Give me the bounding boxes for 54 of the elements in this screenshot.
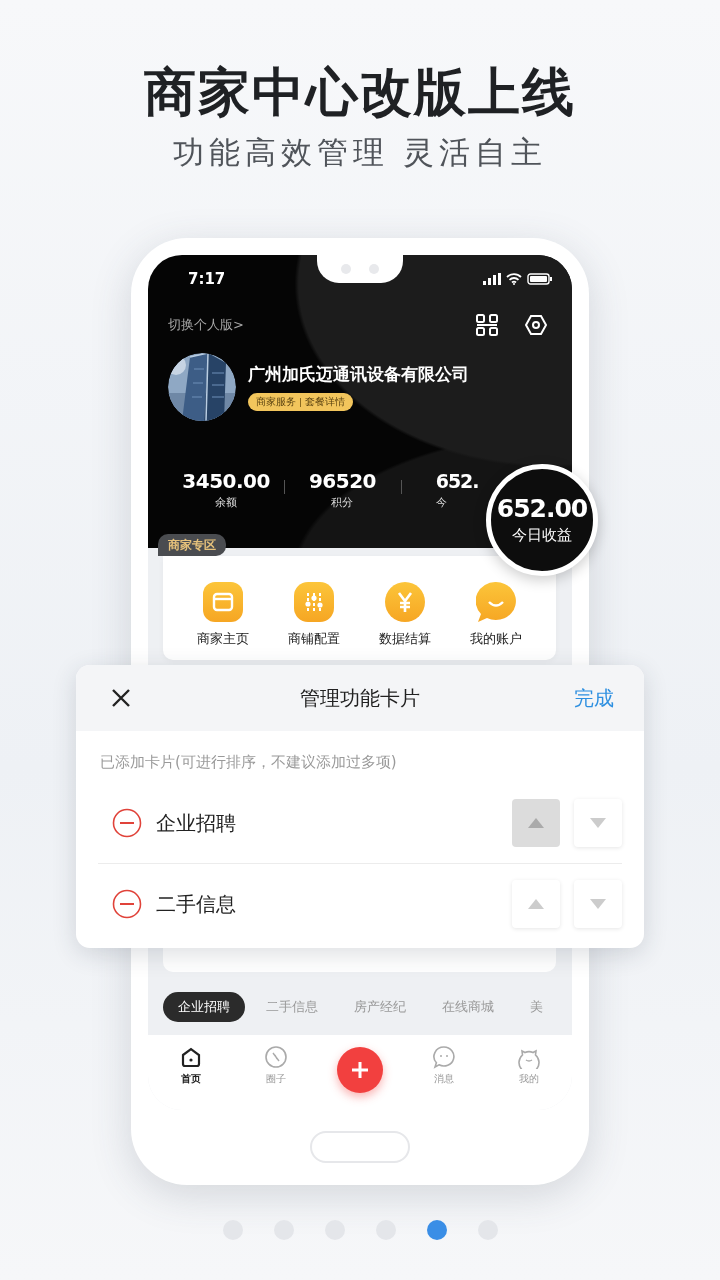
hint-text: 已添加卡片(可进行排序，不建议添加过多项): [99, 752, 398, 773]
shortcut-button[interactable]: 数据结算: [379, 582, 432, 648]
income-label: 今日收益: [512, 525, 572, 546]
caret-down-icon: [590, 818, 606, 828]
status-time: 7:17: [188, 270, 226, 288]
service-link[interactable]: 套餐详情: [305, 395, 345, 409]
minus-circle-icon: [112, 889, 142, 919]
stat-label: 余额: [215, 495, 238, 511]
close-button[interactable]: [112, 689, 130, 707]
stat-value: 96520: [308, 468, 377, 494]
page-dot[interactable]: [426, 1220, 447, 1240]
minus-circle-icon: [112, 808, 142, 838]
caret-down-icon: [590, 899, 606, 909]
category-tab[interactable]: 企业招聘: [163, 992, 245, 1022]
service-link[interactable]: 商家服务: [256, 395, 296, 409]
store-icon: [202, 582, 243, 622]
sliders-icon: [293, 582, 334, 622]
plus-icon: [350, 1060, 370, 1080]
zone-tag: 商家专区: [158, 534, 226, 556]
stat-label: 积分: [331, 495, 354, 511]
caret-up-icon: [528, 899, 544, 909]
remove-button[interactable]: [112, 808, 142, 838]
shortcut-button[interactable]: 我的账户: [470, 582, 523, 648]
move-down-button[interactable]: [574, 880, 622, 928]
move-up-button[interactable]: [512, 880, 560, 928]
settings-icon[interactable]: [524, 313, 548, 337]
signal-icon: [483, 273, 501, 285]
switch-version-link[interactable]: 切换个人版>: [168, 316, 244, 334]
stat-value: 3450.00: [182, 468, 270, 494]
battery-icon: [527, 273, 552, 285]
move-down-button[interactable]: [574, 799, 622, 847]
qr-code-icon[interactable]: [476, 314, 498, 336]
card-name: 企业招聘: [156, 809, 237, 837]
card-name: 二手信息: [156, 890, 237, 918]
compass-icon: [264, 1045, 289, 1069]
company-name: 广州加氏迈通讯设备有限公司: [248, 363, 469, 386]
income-value: 652.00: [496, 494, 588, 524]
nav-tab[interactable]: 首页: [165, 1045, 216, 1086]
headline: 商家中心改版上线: [144, 61, 576, 124]
chat-icon: [431, 1045, 456, 1069]
close-icon: [112, 689, 130, 707]
shortcut-button[interactable]: 商铺配置: [287, 582, 340, 648]
stat-label: 今: [435, 495, 447, 511]
caret-up-icon: [528, 818, 544, 828]
remove-button[interactable]: [112, 889, 142, 919]
yen-icon: [385, 582, 426, 622]
stat-value: 652.: [435, 469, 479, 494]
add-button[interactable]: [337, 1047, 383, 1093]
sheet-title: 管理功能卡片: [300, 684, 420, 712]
home-button[interactable]: [310, 1131, 410, 1163]
shortcut-button[interactable]: 商家主页: [196, 582, 249, 648]
subheadline: 功能高效管理 灵活自主: [172, 133, 548, 172]
smile-icon: [476, 582, 517, 622]
wifi-icon: [506, 273, 522, 285]
